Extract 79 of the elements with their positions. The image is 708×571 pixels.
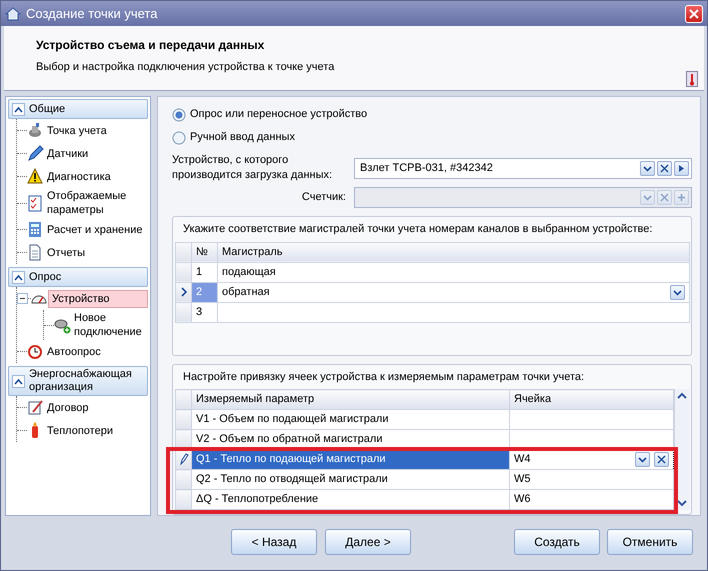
minus-icon — [19, 295, 26, 302]
row-indicator[interactable] — [176, 450, 192, 470]
table-cell: W5 — [510, 470, 674, 490]
column-header[interactable]: Магистраль — [218, 242, 690, 262]
dialog-button[interactable]: Далее > — [325, 528, 411, 554]
table-cell: W6 — [510, 490, 674, 510]
row-indicator[interactable] — [176, 282, 192, 302]
group-header[interactable]: Энергоснабжающая организация — [8, 366, 148, 396]
dropdown-button[interactable] — [670, 284, 685, 300]
connection-add-icon — [54, 316, 71, 334]
tree-item[interactable]: Отображаемые параметры — [44, 188, 148, 218]
column-header[interactable]: Ячейка — [510, 390, 674, 410]
chevron-down-icon — [643, 193, 652, 202]
house-icon — [5, 6, 21, 20]
close-icon — [660, 164, 669, 172]
tree-item[interactable]: Автоопрос — [44, 344, 104, 360]
close-icon — [657, 455, 666, 464]
tree-item[interactable]: Расчет и хранение — [44, 222, 146, 238]
dialog-button[interactable]: Отменить — [607, 528, 693, 554]
table-cell: 2 — [192, 282, 218, 302]
expand-toggle[interactable] — [17, 293, 28, 304]
chevron-icon — [14, 106, 23, 112]
tree-item[interactable]: Диагностика — [44, 168, 114, 184]
table-cell: Q1 - Тепло по подающей магистрали — [192, 450, 510, 470]
chevron-icon — [14, 378, 23, 384]
tree-item[interactable]: Точка учета — [44, 122, 110, 138]
column-header[interactable]: № — [192, 242, 218, 262]
group-header[interactable]: Опрос — [8, 267, 148, 287]
group-header[interactable]: Общие — [8, 99, 148, 119]
chevron-icon — [14, 274, 23, 280]
device-field[interactable]: Взлет ТСРВ-031, #342342 — [354, 158, 692, 178]
radio-button[interactable] — [172, 108, 186, 122]
pen-icon — [27, 145, 44, 162]
table-cell: подающая — [218, 262, 690, 282]
clear-button[interactable] — [654, 452, 670, 468]
column-header[interactable]: Измеряемый параметр — [192, 390, 510, 410]
thermometer-icon — [686, 71, 698, 87]
tree-item[interactable]: Договор — [44, 400, 92, 416]
radio-button[interactable] — [172, 130, 186, 144]
tree-item[interactable]: Датчики — [44, 146, 92, 162]
close-icon — [689, 8, 699, 18]
table-cell: обратная — [218, 282, 690, 302]
chevron-down-icon — [643, 164, 652, 172]
alarm-clock-icon — [27, 343, 44, 360]
radio-label: Опрос или переносное устройство — [190, 107, 368, 122]
chevron-down-icon — [673, 288, 682, 296]
checklist-icon — [27, 194, 44, 212]
pencil-icon — [178, 453, 188, 466]
chevron-right-icon — [180, 286, 188, 297]
close-button[interactable] — [685, 4, 703, 22]
table-cell: Q2 - Тепло по отводящей магистрали — [192, 470, 510, 490]
warning-icon — [27, 168, 44, 185]
page-title: Устройство съема и передачи данных — [36, 37, 266, 54]
calculator-icon — [27, 221, 44, 238]
dropdown-button[interactable] — [635, 452, 650, 468]
next-button[interactable] — [674, 160, 689, 176]
table-cell: 1 — [192, 262, 218, 282]
chevron-down-icon — [638, 455, 648, 464]
table-cell: V1 - Объем по подающей магистрали — [192, 410, 510, 430]
section-caption: Укажите соответствие магистралей точки учета номерам каналов в выбранном устройстве: — [182, 222, 654, 237]
page-subtitle: Выбор и настройка подключения устройства к точке учета — [36, 60, 336, 75]
table-cell: 3 — [192, 302, 218, 322]
plus-icon — [677, 193, 686, 202]
tree-item[interactable]: Устройство — [48, 290, 148, 308]
field-label: Устройство, с которого производится загрузка данных: — [172, 153, 334, 183]
tree-item[interactable]: Новое подключение — [71, 310, 148, 340]
tree-item[interactable]: Теплопотери — [44, 422, 116, 438]
dialog-button[interactable]: < Назад — [231, 528, 317, 554]
window-title: Создание точки учета — [26, 4, 158, 23]
radio-label: Ручной ввод данных — [190, 130, 295, 146]
tree-item[interactable]: Отчеты — [44, 244, 88, 260]
table-cell: ΔQ - Теплопотребление — [192, 490, 510, 510]
close-icon — [660, 193, 669, 202]
dropdown-button[interactable] — [640, 160, 655, 176]
clear-button[interactable] — [657, 160, 672, 176]
play-icon — [677, 164, 686, 172]
dialog-button[interactable]: Создать — [514, 528, 600, 554]
section-caption: Настройте привязку ячеек устройства к измеряемым параметрам точки учета: — [182, 370, 586, 385]
field-label: Счетчик: — [300, 190, 347, 205]
